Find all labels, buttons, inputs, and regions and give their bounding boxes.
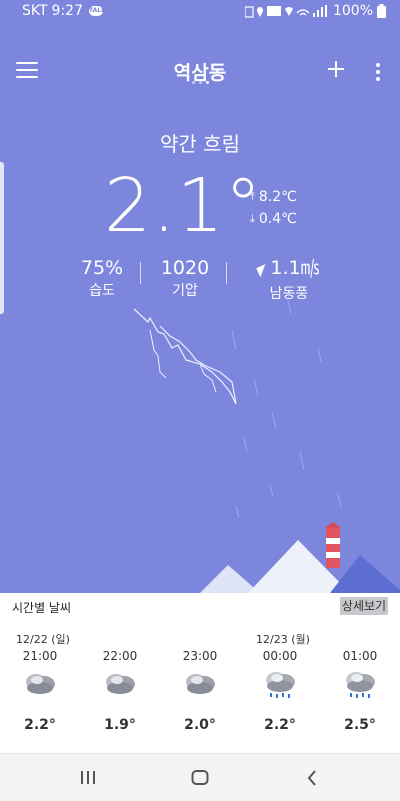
hour-time: 00:00 — [262, 649, 298, 663]
hour-time: 23:00 — [182, 649, 218, 663]
hour-temp: 2.0° — [184, 717, 216, 733]
hour-item[interactable]: 21:00 2.2° — [10, 649, 70, 733]
plus-icon — [328, 61, 344, 77]
cloudy-icon — [26, 674, 55, 694]
cloudy-icon — [106, 674, 135, 694]
down-arrow-icon: ⤓ — [250, 212, 255, 225]
divider — [140, 262, 141, 284]
humidity-value: 75% — [80, 257, 124, 279]
hour-temp: 2.5° — [344, 717, 376, 733]
battery-icon — [377, 4, 386, 18]
date-label: 12/22 (일) — [16, 633, 70, 646]
pressure-stat: 1020 기압 — [155, 256, 215, 301]
hourly-forecast: 시간별 날씨 상세보기 12/22 (일) 12/23 (월) 21:00 2.… — [0, 593, 400, 753]
hour-item[interactable]: 00:00 2.2° — [250, 649, 310, 733]
lightning-bolt — [133, 308, 237, 405]
humidity-label: 습도 — [89, 283, 115, 299]
rain-cloud-icon — [266, 672, 295, 698]
hour-time: 01:00 — [342, 649, 378, 663]
divider — [226, 262, 227, 284]
mountain-back — [200, 565, 260, 593]
mountain-blue — [330, 555, 400, 593]
home-icon — [191, 770, 209, 785]
cloudy-icon — [186, 674, 215, 694]
recent-apps-icon — [81, 771, 95, 784]
talk-notification-icon: TALK — [89, 6, 106, 16]
hourly-title: 시간별 날씨 — [12, 601, 72, 615]
carrier-label: SKT — [22, 3, 48, 19]
current-temperature: 2.1° — [104, 163, 263, 249]
up-arrow-icon: ⤒ — [250, 190, 255, 203]
wind-value: 1.1㎧ — [270, 257, 320, 279]
signal-wifi-icons — [244, 5, 327, 18]
hour-time: 22:00 — [102, 649, 138, 663]
low-temp: 0.4℃ — [258, 211, 297, 227]
home-button[interactable] — [180, 768, 220, 788]
high-low-temps: ⤒ 8.2℃ ⤓ 0.4℃ — [250, 186, 297, 230]
hour-item[interactable]: 01:00 2.5° — [330, 649, 390, 733]
date-label: 12/23 (월) — [256, 633, 310, 646]
wind-label: 남동풍 — [269, 286, 309, 302]
system-nav-bar — [0, 753, 400, 801]
rain-cloud-icon — [346, 672, 375, 698]
page-dot — [198, 81, 202, 84]
page-dot — [191, 81, 195, 84]
hour-item[interactable]: 23:00 2.0° — [170, 649, 230, 733]
recent-apps-button[interactable] — [68, 768, 108, 788]
status-bar: SKT 9:27 TALK 100% — [0, 0, 400, 24]
weather-hero: SKT 9:27 TALK 100% 역삼동 약간 흐림 2.1° ⤒ 8.2℃… — [0, 0, 400, 593]
more-options-button[interactable] — [370, 63, 386, 83]
hour-time: 21:00 — [22, 649, 58, 663]
page-dot-active — [205, 81, 209, 84]
detail-button[interactable]: 상세보기 — [340, 597, 388, 615]
hour-item[interactable]: 22:00 1.9° — [90, 649, 150, 733]
battery-percent: 100% — [332, 3, 373, 19]
pressure-value: 1020 — [160, 257, 210, 279]
pressure-label: 기압 — [172, 283, 198, 299]
weather-stats: 75% 습도 1020 기압 ◤1.1㎧ 남동풍 — [0, 256, 400, 302]
app-bar: 역삼동 — [0, 52, 400, 92]
back-icon — [307, 770, 316, 786]
high-temp: 8.2℃ — [258, 189, 297, 205]
humidity-stat: 75% 습도 — [72, 256, 132, 301]
wind-stat: ◤1.1㎧ 남동풍 — [244, 256, 334, 304]
back-button[interactable] — [292, 768, 332, 788]
more-vert-icon — [376, 63, 380, 67]
weather-condition: 약간 흐림 — [160, 132, 240, 156]
clock: 9:27 — [51, 3, 83, 19]
rain-streaks — [231, 299, 342, 519]
lighthouse — [325, 522, 341, 568]
hour-temp: 2.2° — [24, 717, 56, 733]
add-location-button[interactable] — [327, 58, 345, 82]
hour-temp: 1.9° — [104, 717, 136, 733]
hour-temp: 2.2° — [264, 717, 296, 733]
